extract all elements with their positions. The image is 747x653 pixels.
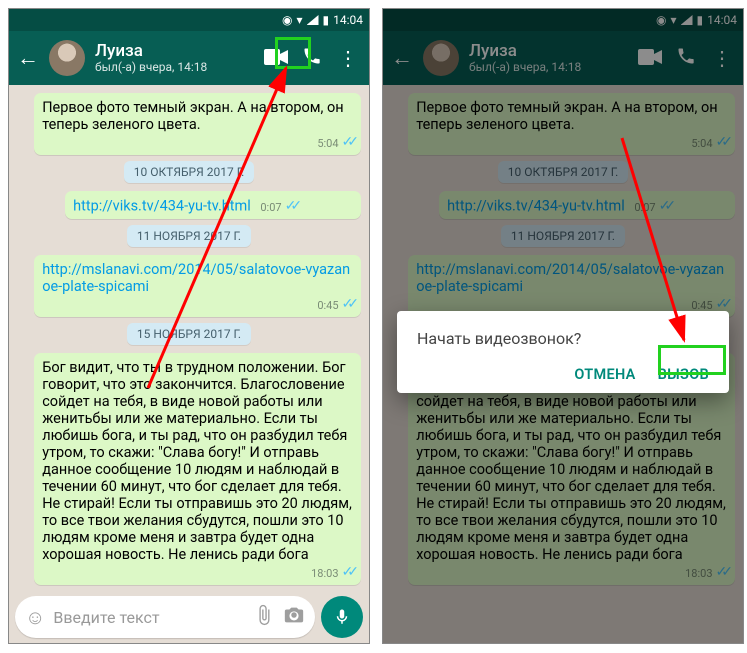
chat-title-block[interactable]: Луиза был(-а) вчера, 14:18 <box>95 42 253 74</box>
date-separator: 11 НОЯБРЯ 2017 Г. <box>17 225 361 247</box>
status-bar: ◉ ▾ ▮ 14:04 <box>9 9 369 31</box>
message-bubble[interactable]: http://viks.tv/434-yu-tv.html 0:07 ✓✓ <box>65 191 361 219</box>
message-link[interactable]: http://mslanavi.com/2014/05/salatovoe-vy… <box>42 261 350 295</box>
message-time: 18:03 <box>311 567 338 580</box>
message-time: 5:04 <box>317 137 338 150</box>
video-call-dialog: Начать видеозвонок? ОТМЕНА ВЫЗОВ <box>397 311 729 393</box>
clock: 14:04 <box>333 13 363 27</box>
read-ticks-icon: ✓✓ <box>342 296 353 312</box>
chat-appbar: ← Луиза был(-а) вчера, 14:18 ⋮ <box>9 31 369 85</box>
location-icon: ◉ <box>282 13 292 27</box>
back-button[interactable]: ← <box>17 45 39 71</box>
message-bubble[interactable]: Бог видит, что ты в трудном положении. Б… <box>34 353 361 585</box>
battery-icon: ▮ <box>323 13 330 27</box>
screenshot-right: ◉ ▾ ▮ 14:04 ← Луиза был(-а) вчера, 14:18… <box>382 8 744 644</box>
menu-button[interactable]: ⋮ <box>335 46 361 70</box>
video-call-button[interactable] <box>263 46 289 70</box>
voice-call-button[interactable] <box>299 46 325 71</box>
message-bubble[interactable]: Первое фото темный экран. А на втором, о… <box>34 93 361 155</box>
date-separator: 10 ОКТЯБРЯ 2017 Г. <box>17 161 361 183</box>
message-link[interactable]: http://viks.tv/434-yu-tv.html <box>73 198 251 215</box>
signal-icon <box>307 15 319 25</box>
input-placeholder: Введите текст <box>53 608 245 627</box>
mic-button[interactable] <box>321 596 363 638</box>
input-bar: ☺ Введите текст <box>9 593 369 643</box>
attach-icon[interactable] <box>253 604 275 631</box>
message-text: Первое фото темный экран. А на втором, о… <box>42 99 353 133</box>
contact-name: Луиза <box>95 42 253 61</box>
message-time: 0:45 <box>317 299 338 312</box>
wifi-icon: ▾ <box>296 13 302 27</box>
chat-scroll[interactable]: Первое фото темный экран. А на втором, о… <box>9 85 369 593</box>
message-time: 0:07 <box>260 201 281 214</box>
call-button[interactable]: ВЫЗОВ <box>658 366 709 383</box>
message-bubble[interactable]: http://mslanavi.com/2014/05/salatovoe-vy… <box>34 255 361 317</box>
camera-icon[interactable] <box>283 604 305 631</box>
message-input[interactable]: ☺ Введите текст <box>15 596 315 638</box>
avatar[interactable] <box>49 40 85 76</box>
message-text: Бог видит, что ты в трудном положении. Б… <box>42 359 353 563</box>
read-ticks-icon: ✓✓ <box>342 564 353 580</box>
dialog-title: Начать видеозвонок? <box>417 329 709 348</box>
emoji-icon[interactable]: ☺ <box>25 605 45 630</box>
read-ticks-icon: ✓✓ <box>342 134 353 150</box>
last-seen: был(-а) вчера, 14:18 <box>95 61 253 74</box>
date-separator: 15 НОЯБРЯ 2017 Г. <box>17 323 361 345</box>
cancel-button[interactable]: ОТМЕНА <box>574 366 635 383</box>
screenshot-left: ◉ ▾ ▮ 14:04 ← Луиза был(-а) вчера, 14:18… <box>8 8 370 644</box>
read-ticks-icon: ✓✓ <box>285 198 296 214</box>
